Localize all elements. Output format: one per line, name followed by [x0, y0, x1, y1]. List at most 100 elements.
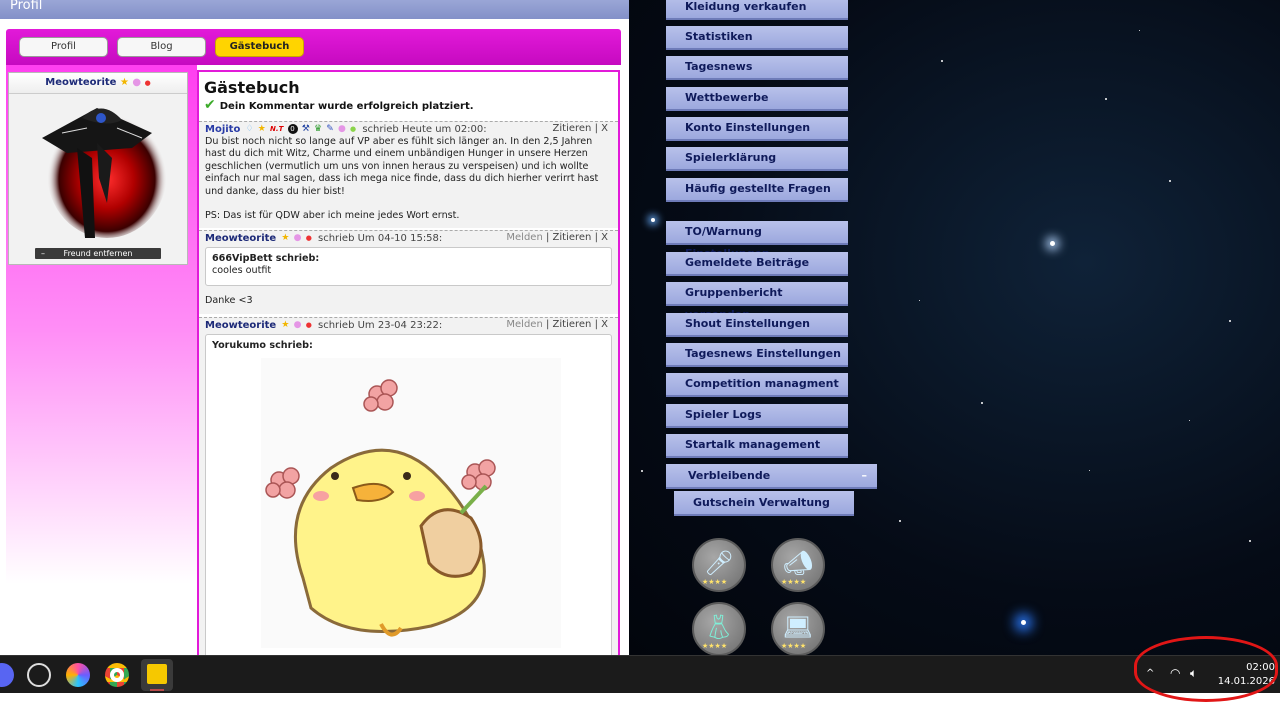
quote-author: 666VipBett schrieb: — [212, 253, 320, 264]
delete-link[interactable]: X — [601, 232, 608, 243]
quote-box: 666VipBett schrieb: cooles outfit — [205, 247, 612, 286]
guestbook-panel: Gästebuch ✔ Dein Kommentar wurde erfolgre… — [197, 70, 620, 655]
quote-link[interactable]: Zitieren — [553, 123, 592, 134]
report-link[interactable]: Melden — [506, 232, 542, 243]
online-status-icon: ● — [305, 321, 312, 329]
menu-item-kleidung-verkaufen[interactable]: Kleidung verkaufen — [666, 0, 848, 20]
collapse-icon[interactable]: – — [862, 464, 868, 487]
star-badge-icon: ★ — [119, 77, 129, 88]
menu-item-wettbewerbe[interactable]: Wettbewerbe — [666, 87, 848, 111]
menu-item-konto-einstellungen[interactable]: Konto Einstellungen — [666, 117, 848, 141]
menu-section-verbleibende[interactable]: Verbleibende – — [666, 464, 877, 489]
remove-friend-button[interactable]: – Freund entfernen — [35, 248, 161, 259]
chat-bubble-icon: ● — [293, 320, 302, 330]
wifi-icon[interactable]: ◠ — [1170, 666, 1180, 680]
guestbook-entry: Meowteorite ★ ● ● schrieb Um 23-04 23:22… — [199, 317, 618, 655]
tab-profil[interactable]: Profil — [19, 37, 108, 57]
star-decoration — [651, 218, 655, 222]
online-status-icon: ● — [350, 125, 357, 133]
star-decoration — [1089, 470, 1090, 471]
chat-bubble-icon: ● — [132, 77, 142, 88]
entry-actions: Melden | Zitieren | X — [506, 319, 608, 330]
quote-link[interactable]: Zitieren — [553, 232, 592, 243]
user-card-title: Meowteorite ★ ● ● — [9, 73, 187, 94]
menu-item-spielerklaerung[interactable]: Spielerklärung — [666, 147, 848, 171]
entry-line: einfach nur mal sagen, dass ich mega nic… — [205, 173, 599, 185]
star-decoration — [1139, 30, 1140, 31]
skill-stars: ★★★★ — [781, 642, 807, 650]
menu-item-statistiken[interactable]: Statistiken — [666, 26, 848, 50]
entry-line: hast du dich mit Witz, Charme und einem … — [205, 148, 588, 160]
skill-fashion-badge[interactable]: 👗︎ ★★★★ — [692, 602, 746, 655]
chevron-up-icon[interactable]: ^ — [1146, 668, 1154, 679]
diamond-icon: ♢ — [245, 124, 254, 134]
entry-meta: schrieb Heute um 02:00: — [362, 124, 487, 135]
entry-line: Du bist noch nicht so lange auf VP aber … — [205, 136, 593, 147]
menu-item-shout-einstellungen[interactable]: Shout Einstellungen — [666, 313, 848, 337]
entry-actions: Melden | Zitieren | X — [506, 232, 608, 243]
menu-item-tagesnews[interactable]: Tagesnews — [666, 56, 848, 80]
sticky-notes-taskbar-button[interactable] — [141, 659, 173, 691]
entry-header: Meowteorite ★ ● ● schrieb Um 04-10 15:58… — [199, 231, 618, 245]
profile-header: Profil — [0, 0, 629, 19]
menu-item-gemeldete-beitraege[interactable]: Gemeldete Beiträge — [666, 252, 848, 276]
entry-body: Du bist noch nicht so lange auf VP aber … — [199, 136, 618, 223]
entry-line: und danke, dass du hier bist! — [205, 185, 345, 197]
author-badges: ★ ● ● — [281, 318, 312, 332]
menu-item-faq[interactable]: Häufig gestellte Fragen — [666, 178, 848, 202]
star-decoration — [1189, 420, 1190, 421]
profile-window: Profil Profil Blog Gästebuch Meowteorite… — [0, 0, 629, 655]
menu-item-to-warnung-einstellungen[interactable]: TO/Warnung Einstellungen — [666, 221, 848, 260]
photo-app-icon[interactable] — [66, 663, 90, 687]
delete-link[interactable]: X — [601, 319, 608, 330]
discord-icon[interactable] — [0, 663, 14, 687]
entry-meta: schrieb Um 23-04 23:22: — [318, 320, 443, 331]
skill-announce-badge[interactable]: 📣︎ ★★★★ — [771, 538, 825, 592]
entry-line: geschlichen (vermutlich um uns von innen… — [205, 160, 589, 172]
quote-author: Yorukumo schrieb: — [212, 340, 313, 351]
report-link[interactable]: Melden — [506, 319, 542, 330]
menu-item-competition-managment[interactable]: Competition managment — [666, 373, 848, 397]
skill-tech-badge[interactable]: 💻︎ ★★★★ — [771, 602, 825, 655]
microphone-icon: 🎤︎ — [703, 549, 735, 577]
entry-header: Mojito ♢ ★ N.T 0 ⚒ ♛ ✎ ● ● schrieb Heute… — [199, 122, 618, 136]
star-decoration — [1105, 98, 1107, 100]
tab-gaestebuch[interactable]: Gästebuch — [215, 37, 304, 57]
admin-menu-panel: Kleidung verkaufen Statistiken Tagesnews… — [629, 0, 1280, 655]
username[interactable]: Meowteorite — [45, 77, 116, 88]
star-decoration — [981, 402, 983, 404]
star-decoration — [1249, 540, 1251, 542]
star-decoration — [1021, 620, 1026, 625]
entry-author[interactable]: Meowteorite — [205, 233, 276, 244]
volume-icon[interactable]: 🔈︎ — [1190, 666, 1197, 681]
star-decoration — [1050, 241, 1055, 246]
skill-stars: ★★★★ — [702, 642, 728, 650]
entry-author[interactable]: Meowteorite — [205, 320, 276, 331]
avatar[interactable] — [37, 98, 167, 238]
chrome-icon[interactable] — [105, 663, 129, 687]
minus-icon: – — [41, 249, 45, 258]
online-status-icon: ● — [305, 234, 312, 242]
entry-body: Danke <3 — [205, 295, 253, 306]
menu-item-gutschein-verwaltung[interactable]: Gutschein Verwaltung — [674, 491, 854, 516]
nt-badge-icon: N.T — [270, 125, 284, 133]
user-card: Meowteorite ★ ● ● – Freund entfernen — [8, 72, 188, 265]
menu-item-spieler-logs[interactable]: Spieler Logs — [666, 404, 848, 428]
app-icon[interactable] — [27, 663, 51, 687]
entry-author[interactable]: Mojito — [205, 124, 240, 135]
menu-item-startalk-management[interactable]: Startalk management — [666, 434, 848, 458]
checkmark-icon: ✔ — [204, 97, 216, 113]
skill-singing-badge[interactable]: 🎤︎ ★★★★ — [692, 538, 746, 592]
remove-friend-label: Freund entfernen — [63, 249, 133, 258]
menu-item-gruppenbericht[interactable]: Gruppenbericht versenden — [666, 282, 848, 321]
menu-item-tagesnews-einstellungen[interactable]: Tagesnews Einstellungen — [666, 343, 848, 367]
clock[interactable]: 02:00 14.01.2026 — [1215, 661, 1275, 689]
star-badge-icon: ★ — [257, 124, 266, 134]
clock-time: 02:00 — [1246, 662, 1275, 673]
tab-blog[interactable]: Blog — [117, 37, 206, 57]
skill-stars: ★★★★ — [781, 578, 807, 586]
quote-box: Yorukumo schrieb: — [205, 334, 612, 655]
author-badges: ★ ● ● — [281, 231, 312, 245]
delete-link[interactable]: X — [601, 123, 608, 134]
quote-link[interactable]: Zitieren — [553, 319, 592, 330]
